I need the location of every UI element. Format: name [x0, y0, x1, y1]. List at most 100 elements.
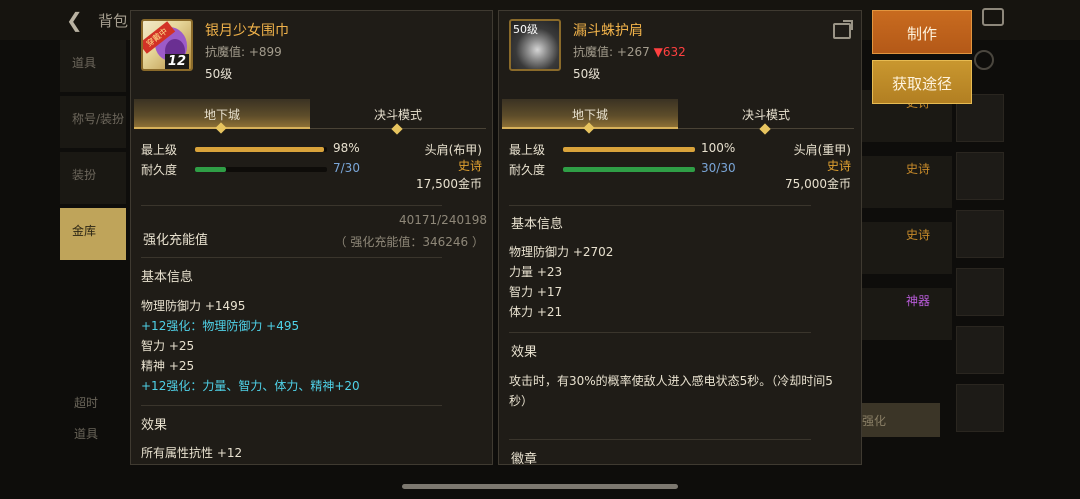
inventory-slot[interactable] [956, 152, 1004, 200]
max-level-label: 最上级 [141, 143, 178, 157]
tab-indicator-icon [215, 122, 227, 134]
tab-indicator-icon [391, 123, 403, 135]
effect-text: 所有属性抗性 +12 [141, 446, 243, 460]
max-level-bar [563, 147, 695, 152]
max-level-fill [195, 147, 325, 152]
magic-resistance-value: 抗魔值: +267 [573, 45, 650, 59]
price: 75,000金币 [785, 177, 851, 191]
attr-line: 精神 +25 [141, 359, 195, 373]
attr-line-enhance: +12强化：物理防御力 +495 [141, 319, 300, 333]
item-header: 50级 漏斗蛛护肩 抗魔值: +267 ▼632 50级 [499, 11, 861, 91]
rarity: 史诗 [826, 159, 851, 173]
item-level-badge: 50级 [513, 23, 538, 36]
durability-bar [563, 167, 695, 172]
attr-line: 物理防御力 +2702 [509, 245, 614, 259]
scarf-item-icon: 穿戴中 12 [141, 19, 193, 71]
left-icon-1[interactable]: 超时 [74, 394, 98, 411]
tab-titles[interactable]: 称号/装扮 [60, 96, 126, 148]
magic-resistance: 抗魔值: +267 ▼632 [573, 43, 686, 60]
max-level-value: 98% [333, 141, 360, 155]
left-bottom-icons: 超时 道具 [74, 394, 98, 456]
basic-attr-list: 物理防御力 +1495 +12强化：物理防御力 +495 智力 +25 精神 +… [141, 296, 360, 396]
inventory-slot[interactable] [956, 326, 1004, 374]
divider [509, 205, 811, 206]
slot-type: 头肩(布甲) [424, 143, 482, 157]
inventory-slot[interactable] [956, 268, 1004, 316]
magic-resistance-diff: ▼632 [653, 45, 686, 59]
effect-text: 攻击时，有30%的概率使敌人进入感电状态5秒。（冷却时间5秒） [509, 374, 833, 408]
mode-tabs: 地下城 决斗模式 [134, 99, 486, 135]
tab-items[interactable]: 道具 [60, 40, 126, 92]
price: 17,500金币 [416, 177, 482, 191]
inventory-list: 史诗 史诗 史诗 神器 [862, 90, 952, 450]
durability-value: 7/30 [333, 161, 360, 175]
tab-dungeon[interactable]: 地下城 [134, 99, 310, 134]
effect-title: 效果 [511, 345, 538, 360]
basic-info-title: 基本信息 [511, 217, 564, 232]
inventory-slot[interactable] [956, 384, 1004, 432]
enhance-charge-value: 40171/240198 [398, 213, 487, 227]
badge-title: 徽章 [511, 452, 538, 465]
attr-line-enhance: +12强化：力量、智力、体力、精神+20 [141, 379, 360, 393]
divider [141, 405, 442, 406]
mode-tabs: 地下城 决斗模式 [502, 99, 854, 135]
divider [141, 257, 442, 258]
max-level-value: 100% [701, 141, 736, 155]
item-stats: 最上级 100% 耐久度 30/30 头肩(重甲) 史诗 75,000金币 [509, 141, 851, 193]
durability-label: 耐久度 [509, 163, 546, 177]
attr-line: 体力 +21 [509, 305, 563, 319]
shoulder-armor-icon: 50级 [509, 19, 561, 71]
max-level-fill [563, 147, 695, 152]
chat-icon[interactable] [982, 8, 1004, 26]
get-source-button[interactable]: 获取途径 [872, 60, 972, 104]
compared-item-tooltip: 50级 漏斗蛛护肩 抗魔值: +267 ▼632 50级 地下城 决斗模式 最上… [498, 10, 862, 465]
enhance-charge-total: （ 强化充能值：346246 ） [334, 235, 484, 249]
item-name: 银月少女围巾 [205, 23, 289, 39]
item-stats: 最上级 98% 耐久度 7/30 头肩(布甲) 史诗 17,500金币 [141, 141, 482, 193]
rarity-tag: 史诗 [862, 156, 952, 208]
durability-fill [563, 167, 695, 172]
effect-title: 效果 [141, 418, 168, 433]
tab-pvp[interactable]: 决斗模式 [678, 99, 854, 135]
durability-label: 耐久度 [141, 163, 178, 177]
tab-dungeon[interactable]: 地下城 [502, 99, 678, 134]
durability-bar [195, 167, 327, 172]
inventory-slots [956, 94, 1004, 442]
inventory-slot[interactable] [956, 210, 1004, 258]
enhance-button[interactable]: 强化 [856, 403, 940, 437]
home-indicator[interactable] [402, 484, 678, 489]
tab-indicator-icon [759, 123, 771, 135]
tab-avatar[interactable]: 装扮 [60, 152, 126, 204]
durability-fill [195, 167, 226, 172]
durability-value: 30/30 [701, 161, 736, 175]
tab-label: 决斗模式 [741, 108, 790, 122]
equipped-item-tooltip: 穿戴中 12 银月少女围巾 抗魔值: +899 50级 地下城 决斗模式 最上级… [130, 10, 493, 465]
item-level: 50级 [205, 67, 233, 81]
tab-label: 决斗模式 [373, 108, 422, 122]
tab-indicator-icon [583, 122, 595, 134]
rarity-tag: 神器 [862, 288, 952, 340]
item-header: 穿戴中 12 银月少女围巾 抗魔值: +899 50级 [131, 11, 492, 91]
attr-line: 物理防御力 +1495 [141, 299, 246, 313]
enhance-level-badge: 12 [164, 54, 189, 69]
attr-line: 力量 +23 [509, 265, 563, 279]
magic-resistance: 抗魔值: +899 [205, 45, 282, 59]
item-name: 漏斗蛛护肩 [573, 23, 643, 39]
slot-type: 头肩(重甲) [793, 143, 851, 157]
tab-pvp[interactable]: 决斗模式 [310, 99, 486, 135]
divider [141, 205, 442, 206]
back-arrow-icon[interactable]: ❮ [66, 8, 83, 32]
tab-label: 地下城 [203, 108, 240, 122]
divider [509, 332, 811, 333]
craft-button[interactable]: 制作 [872, 10, 972, 54]
basic-attr-list: 物理防御力 +2702 力量 +23 智力 +17 体力 +21 [509, 242, 613, 322]
max-level-bar [195, 147, 327, 152]
share-icon[interactable] [833, 20, 853, 39]
attr-line: 智力 +25 [141, 339, 195, 353]
attr-line: 智力 +17 [509, 285, 563, 299]
left-icon-2[interactable]: 道具 [74, 425, 98, 442]
tab-label: 地下城 [571, 108, 608, 122]
settings-gear-icon[interactable] [974, 50, 994, 70]
tab-vault[interactable]: 金库 [60, 208, 126, 260]
rarity: 史诗 [457, 159, 482, 173]
